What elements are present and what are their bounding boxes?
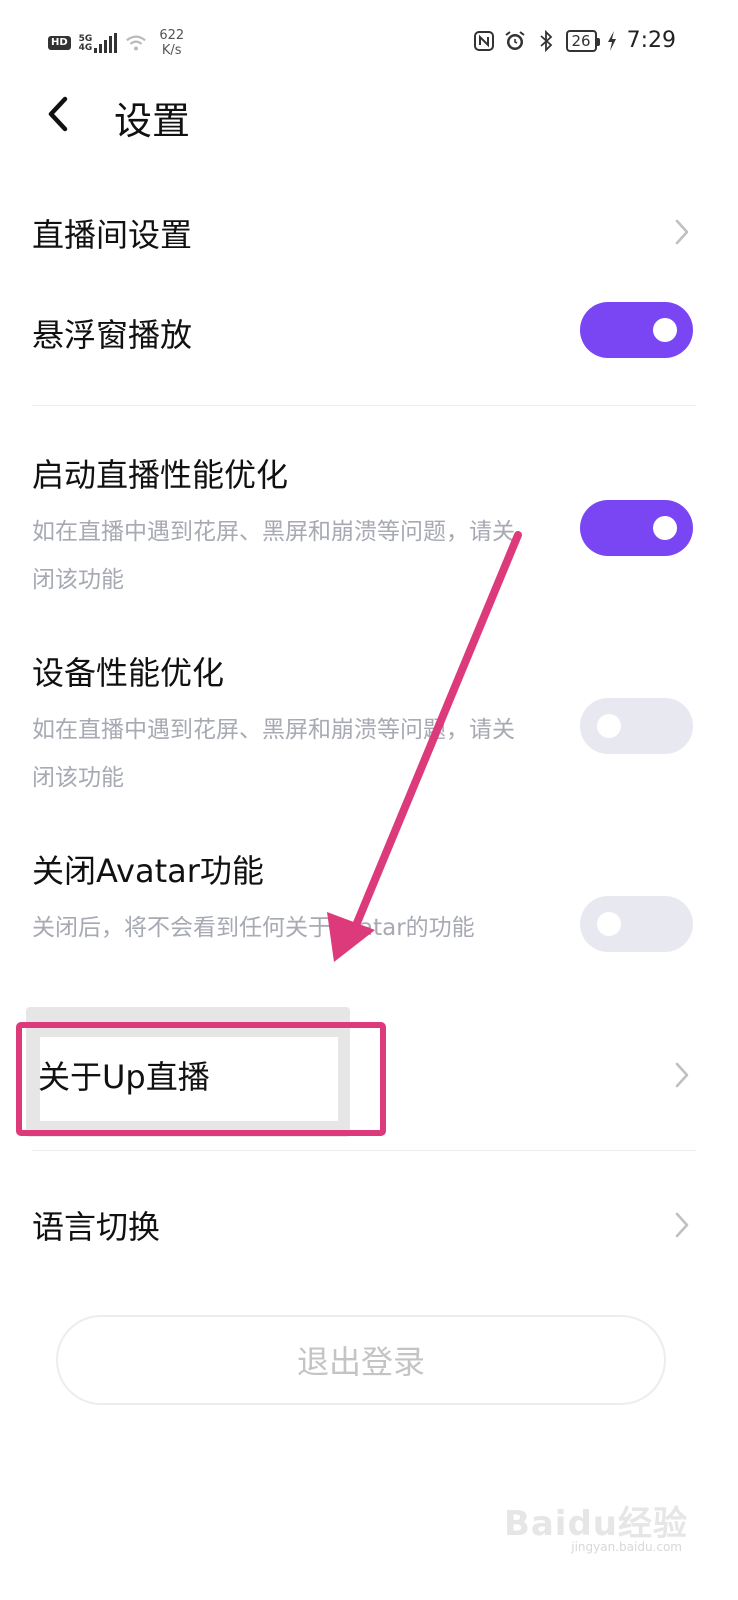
watermark-logo: Baidu经验	[503, 1504, 688, 1544]
annotation-arrow	[327, 531, 522, 962]
watermark-url: jingyan.baidu.com	[571, 1540, 682, 1554]
